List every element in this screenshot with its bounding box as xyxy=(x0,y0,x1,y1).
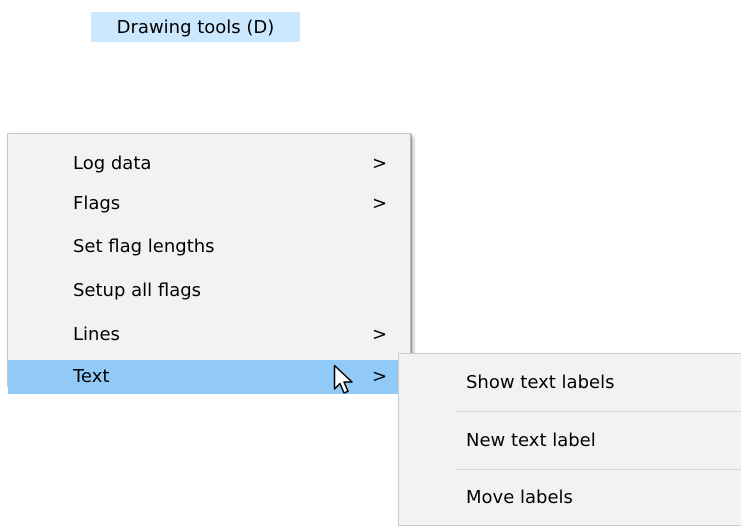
menu-item-setup-all-flags[interactable]: Setup all flags xyxy=(8,274,402,308)
menu-item-lines[interactable]: Lines > xyxy=(8,318,402,352)
chevron-right-icon: > xyxy=(372,193,388,214)
menu-item-label: Lines xyxy=(73,324,120,345)
mouse-pointer-icon xyxy=(333,364,353,394)
menu-item-set-flag-lengths[interactable]: Set flag lengths xyxy=(8,230,402,264)
submenu-item-show-text-labels[interactable]: Show text labels xyxy=(399,354,741,411)
submenu-item-move-labels[interactable]: Move labels xyxy=(399,469,741,526)
drawing-tools-title-label: Drawing tools (D) xyxy=(116,16,275,38)
menu-item-label: Flags xyxy=(73,193,121,214)
chevron-right-icon: > xyxy=(372,324,388,345)
menu-item-label: Log data xyxy=(73,153,152,174)
submenu-item-label: Move labels xyxy=(466,487,573,508)
menu-item-label: Setup all flags xyxy=(73,280,202,301)
submenu-item-label: New text label xyxy=(466,430,596,451)
menu-item-flags[interactable]: Flags > xyxy=(8,187,402,221)
context-menu: Log data > Flags > Set flag lengths Setu… xyxy=(8,134,411,394)
menu-item-log-data[interactable]: Log data > xyxy=(8,147,402,181)
text-submenu: Show text labels New text label Move lab… xyxy=(399,354,741,525)
chevron-right-icon: > xyxy=(372,366,388,387)
drawing-tools-title[interactable]: Drawing tools (D) xyxy=(91,12,300,42)
menu-item-label: Text xyxy=(73,366,110,387)
menu-divider xyxy=(410,134,411,386)
menu-item-label: Set flag lengths xyxy=(73,236,215,257)
chevron-right-icon: > xyxy=(372,153,388,174)
submenu-item-label: Show text labels xyxy=(466,372,615,393)
submenu-item-new-text-label[interactable]: New text label xyxy=(399,412,741,469)
